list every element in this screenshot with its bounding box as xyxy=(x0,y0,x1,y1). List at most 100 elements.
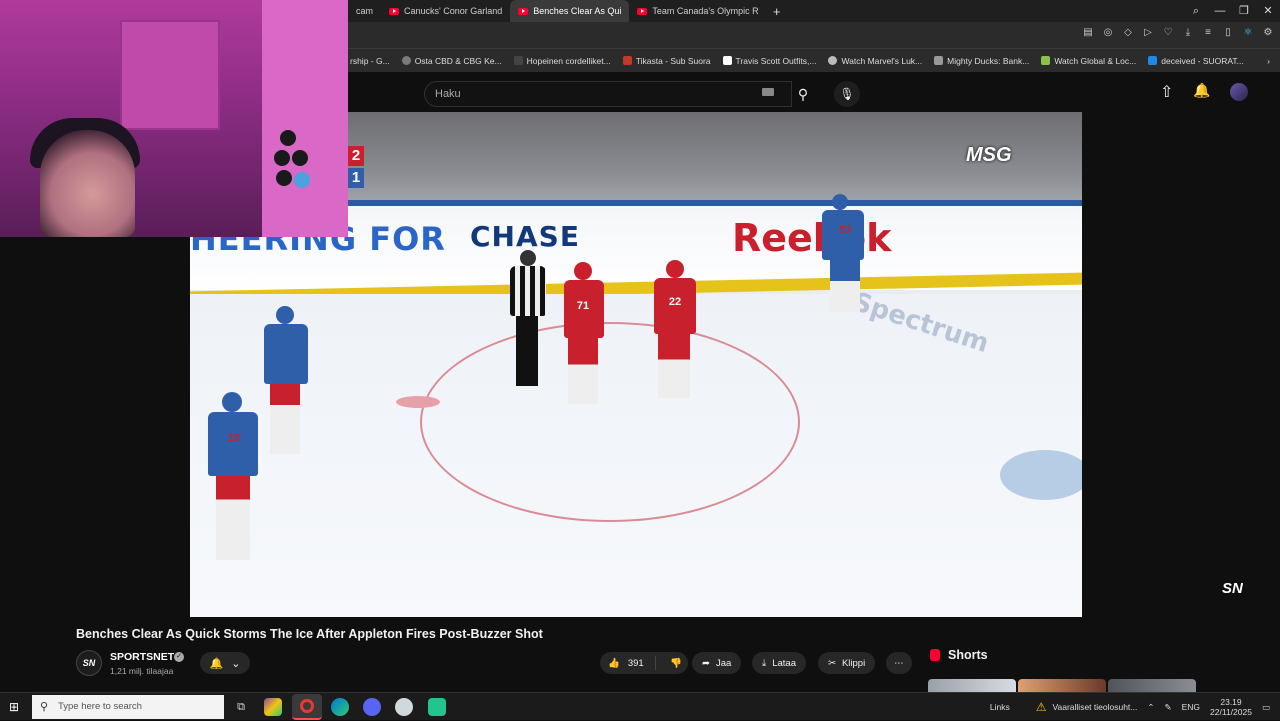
edge-icon[interactable] xyxy=(331,698,349,716)
clip-button[interactable]: ✂ Klippi xyxy=(818,652,876,674)
chevron-down-icon: ⌄ xyxy=(231,657,241,670)
close-icon[interactable]: ✕ xyxy=(1256,0,1280,22)
bookmark-label: Mighty Ducks: Bank... xyxy=(947,55,1030,66)
search-button[interactable]: ⚲ xyxy=(788,81,818,107)
bookmark-8[interactable]: deceived - SUORAT... xyxy=(1148,56,1244,66)
app-icon-green[interactable] xyxy=(428,698,446,716)
video-title: Benches Clear As Quick Storms The Ice Af… xyxy=(76,627,543,641)
taskbar-search-placeholder: Type here to search xyxy=(58,701,142,712)
shield-icon[interactable]: ◇ xyxy=(1122,27,1134,39)
share-icon: ➦ xyxy=(702,657,710,669)
extension-icon[interactable]: ⚛ xyxy=(1242,27,1254,39)
short-thumbnail[interactable] xyxy=(928,679,1016,692)
kt-icon xyxy=(513,56,523,65)
tab-label: Canucks' Conor Garland xyxy=(404,6,503,16)
browser-taskbar-button[interactable] xyxy=(292,694,322,720)
tab-benches-clear[interactable]: Benches Clear As Qui xyxy=(510,0,630,22)
subscribed-notifications-button[interactable]: 🔔 ⌄ xyxy=(200,652,250,674)
bookmark-6[interactable]: Mighty Ducks: Bank... xyxy=(934,56,1029,66)
streamer-face xyxy=(40,130,135,237)
restore-icon[interactable]: ❐ xyxy=(1232,0,1256,22)
network-icon[interactable]: ✎ xyxy=(1165,702,1172,713)
short-thumbnail[interactable] xyxy=(1018,679,1106,692)
shorts-shelf-header[interactable]: Shorts xyxy=(930,648,988,662)
tv-icon xyxy=(1148,56,1158,65)
like-dislike-group: 👍 391 👎 xyxy=(600,652,688,674)
channel-avatar[interactable]: SN xyxy=(76,650,102,676)
leaf-icon xyxy=(401,56,411,65)
bookmark-5[interactable]: Watch Marvel's Luk... xyxy=(828,56,922,66)
discord-icon[interactable] xyxy=(363,698,381,716)
short-thumbnail[interactable] xyxy=(1108,679,1196,692)
global-icon xyxy=(1041,56,1051,65)
system-clock[interactable]: 23.19 22/11/2025 xyxy=(1210,697,1252,717)
menu-icon[interactable]: ≡ xyxy=(1202,27,1214,39)
team-badge-icon xyxy=(272,126,320,196)
bookmark-0[interactable]: rship - G... xyxy=(350,56,390,66)
app-icon-colorful[interactable] xyxy=(264,698,282,716)
dislike-button[interactable]: 👎 xyxy=(662,658,682,669)
bell-icon[interactable]: 🔔 xyxy=(1193,82,1210,99)
tab-canucks[interactable]: Canucks' Conor Garland xyxy=(381,0,510,22)
wallet-icon[interactable]: ▯ xyxy=(1222,27,1234,39)
task-view-icon[interactable]: ⧉ xyxy=(232,698,250,716)
play-icon[interactable]: ▷ xyxy=(1142,27,1154,39)
player-71: 71 xyxy=(562,262,606,407)
youtube-icon xyxy=(637,7,648,15)
thumbs-down-icon: 👎 xyxy=(670,657,682,669)
channel-name[interactable]: SPORTSNET xyxy=(110,651,174,663)
bookmark-1[interactable]: Osta CBD & CBG Ke... xyxy=(401,56,502,66)
tab-team-canada[interactable]: Team Canada's Olympic R xyxy=(629,0,766,22)
new-tab-button[interactable]: + xyxy=(767,4,787,19)
like-button[interactable]: 👍 391 xyxy=(600,656,656,670)
tab-cam[interactable]: cam xyxy=(348,0,381,22)
faceoff-circle xyxy=(420,322,800,522)
faceoff-dot xyxy=(396,396,440,408)
youtube-icon xyxy=(389,7,400,15)
bookmark-label: Watch Global & Loc... xyxy=(1054,55,1137,66)
more-actions-button[interactable]: ⋯ xyxy=(886,652,912,674)
download-icon[interactable]: ⤓ xyxy=(1182,27,1194,39)
microphone-icon[interactable]: 🎙 xyxy=(834,81,860,107)
bookmark-7[interactable]: Watch Global & Loc... xyxy=(1041,56,1136,66)
app-icon-grey[interactable] xyxy=(395,698,413,716)
search-tabs-icon[interactable]: ⌕ xyxy=(1184,0,1208,22)
keyboard-icon[interactable] xyxy=(762,88,774,96)
search-input[interactable]: Haku xyxy=(424,81,792,107)
upload-icon[interactable]: ⇧ xyxy=(1160,82,1173,102)
globe-icon xyxy=(828,56,838,65)
tray-expand-icon[interactable]: ⌃ xyxy=(1147,702,1154,713)
screenshot-icon[interactable]: ◎ xyxy=(1102,27,1114,39)
language-indicator[interactable]: ENG xyxy=(1182,702,1200,712)
taskbar-search-input[interactable]: ⚲ Type here to search xyxy=(32,695,224,719)
score-away: 1 xyxy=(348,168,364,188)
board-ad-center: CHASE xyxy=(470,220,580,253)
links-toolbar[interactable]: Links xyxy=(990,702,1010,712)
download-button[interactable]: ⤓ Lataa xyxy=(752,652,806,674)
weather-warning[interactable]: ⚠ Vaaralliset tieolosuht... xyxy=(1036,700,1138,714)
bookmarks-overflow-icon[interactable]: › xyxy=(1267,56,1270,66)
minimize-icon[interactable]: — xyxy=(1208,0,1232,22)
bookmark-3[interactable]: Tikasta - Sub Suora xyxy=(622,56,711,66)
scorebug: 2 1 xyxy=(348,146,366,190)
youtube-icon xyxy=(518,7,529,15)
weather-warning-text: Vaaralliset tieolosuht... xyxy=(1052,702,1138,712)
windows-start-icon[interactable]: ⊞ xyxy=(9,700,19,714)
browser-toolbar: ▤ ◎ ◇ ▷ ♡ ⤓ ≡ ▯ ⚛ ⚙ xyxy=(348,22,1280,48)
notifications-icon[interactable]: ▭ xyxy=(1262,702,1270,713)
video-meta: Benches Clear As Quick Storms The Ice Af… xyxy=(0,617,1280,692)
reader-icon[interactable]: ▤ xyxy=(1082,27,1094,39)
bookmark-4[interactable]: Travis Scott Outfits,... xyxy=(722,56,816,66)
share-button[interactable]: ➦ Jaa xyxy=(692,652,742,674)
bookmark-2[interactable]: Hopeinen cordelliket... xyxy=(513,56,611,66)
account-avatar[interactable] xyxy=(1230,83,1248,101)
heart-icon[interactable]: ♡ xyxy=(1162,27,1174,39)
youtube-header: Haku ⚲ 🎙 ⇧ 🔔 xyxy=(348,72,1280,112)
download-icon: ⤓ xyxy=(762,657,767,669)
scissors-icon: ✂ xyxy=(828,657,836,669)
sportsnet-corner-logo: SN xyxy=(1222,580,1243,597)
tab-label: cam xyxy=(356,6,374,16)
warning-icon: ⚠ xyxy=(1035,700,1047,714)
player-22: 22 xyxy=(652,260,698,400)
settings-icon[interactable]: ⚙ xyxy=(1262,27,1274,39)
